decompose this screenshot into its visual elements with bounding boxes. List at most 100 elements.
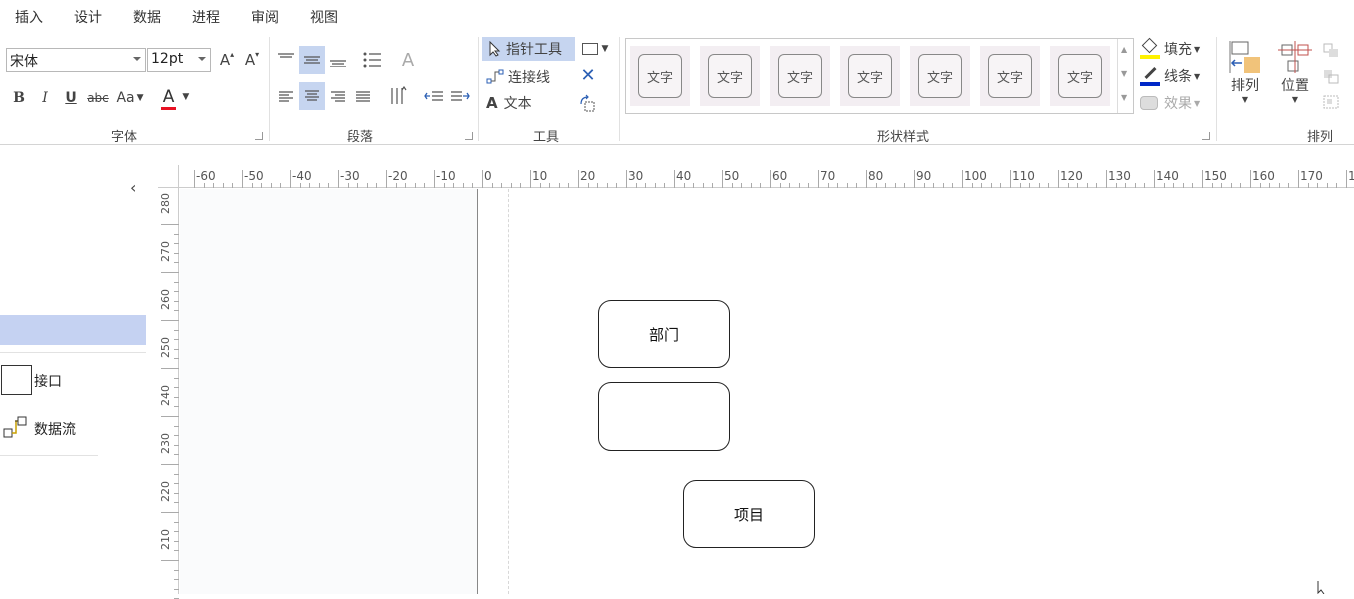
font-color-button[interactable]: A ▼	[158, 85, 194, 110]
shape-style-6[interactable]: 文字	[980, 46, 1040, 106]
ruler-label: 280	[159, 193, 172, 214]
font-family-select[interactable]: 宋体	[6, 48, 146, 72]
shape-style-1[interactable]: 文字	[630, 46, 690, 106]
justify-button[interactable]	[352, 84, 374, 110]
menu-process[interactable]: 进程	[192, 7, 220, 27]
fill-button[interactable]: 填充 ▼	[1140, 37, 1208, 61]
collapse-panel-icon[interactable]: ‹	[130, 178, 136, 197]
ruler-label: 210	[159, 529, 172, 550]
ruler-minor-tick	[933, 183, 935, 188]
font-size-value: 12pt	[151, 51, 184, 67]
caret-down-small-icon: ▾	[255, 49, 260, 59]
line-button[interactable]: 线条 ▼	[1140, 64, 1208, 88]
ruler-tick	[818, 170, 819, 188]
increase-indent-button[interactable]	[448, 84, 472, 108]
arrange-button[interactable]: 排列 ▼	[1222, 39, 1268, 115]
group-button[interactable]	[1322, 91, 1354, 113]
ruler-minor-tick	[1077, 183, 1079, 188]
connector-tool-button[interactable]: 连接线	[484, 65, 574, 89]
shape-styles-dialog-launcher-icon[interactable]	[1202, 132, 1210, 140]
position-button[interactable]: 位置 ▼	[1272, 39, 1318, 115]
menu-design[interactable]: 设计	[74, 7, 102, 27]
paragraph-dialog-launcher-icon[interactable]	[465, 132, 473, 140]
ruler-minor-tick	[395, 183, 397, 188]
shape-style-2[interactable]: 文字	[700, 46, 760, 106]
ruler-tick	[161, 416, 179, 417]
divider	[0, 352, 146, 353]
shape-style-5[interactable]: 文字	[910, 46, 970, 106]
ruler-minor-tick	[1163, 183, 1165, 188]
ruler-label: -40	[292, 169, 312, 183]
rotate-text-button[interactable]	[577, 93, 599, 115]
menu-insert[interactable]: 插入	[15, 7, 43, 27]
gallery-down-icon[interactable]: ▼	[1121, 69, 1127, 78]
ruler-corner	[158, 165, 179, 188]
menu-view[interactable]: 视图	[310, 7, 338, 27]
align-middle-icon	[304, 56, 320, 64]
process-shape-project[interactable]: 项目	[683, 480, 815, 548]
rectangle-shape-button[interactable]: ▼	[578, 39, 612, 59]
shape-style-4[interactable]: 文字	[840, 46, 900, 106]
ruler-minor-tick	[174, 425, 179, 427]
menu-review[interactable]: 审阅	[251, 7, 279, 27]
ruler-minor-tick	[424, 183, 426, 188]
process-shape-empty[interactable]	[598, 382, 730, 451]
ruler-minor-tick	[318, 183, 320, 188]
grow-font-button[interactable]: A ▴	[217, 50, 237, 70]
gallery-more-icon[interactable]: ▼	[1121, 93, 1127, 102]
send-backward-button[interactable]	[1322, 65, 1354, 87]
ruler-minor-tick	[174, 502, 179, 504]
text-direction-button[interactable]: A	[396, 48, 420, 72]
italic-button[interactable]: I	[35, 87, 55, 109]
text-tool-button[interactable]: A 文本	[486, 92, 546, 114]
effects-icon	[1140, 96, 1158, 110]
ruler-minor-tick	[779, 183, 781, 188]
fill-label: 填充	[1164, 42, 1192, 58]
ruler-minor-tick	[270, 183, 272, 188]
bring-forward-button[interactable]	[1322, 39, 1354, 61]
effects-button[interactable]: 效果 ▼	[1140, 91, 1208, 115]
ribbon: 宋体 12pt A▴ A▾ B I U abc Aa▼ A ▼ 字体 A	[0, 33, 1354, 145]
shrink-font-button[interactable]: A ▾	[242, 50, 262, 70]
connector-tool-label: 连接线	[508, 70, 550, 86]
ruler-tick	[1058, 170, 1059, 188]
ruler-minor-tick	[376, 183, 378, 188]
underline-button[interactable]: U	[61, 87, 81, 109]
bold-button[interactable]: B	[9, 87, 29, 109]
delete-connector-button[interactable]: ✕	[578, 65, 598, 86]
align-left-button[interactable]	[275, 84, 297, 110]
ruler-minor-tick	[174, 281, 179, 283]
ruler-tick	[914, 170, 915, 188]
drawing-canvas[interactable]: 部门 项目	[180, 189, 1354, 594]
shape-style-3[interactable]: 文字	[770, 46, 830, 106]
stencil-item-interface[interactable]: 接口	[0, 364, 146, 396]
ruler-minor-tick	[981, 183, 983, 188]
decrease-indent-button[interactable]	[422, 84, 446, 108]
stencil-selected-item[interactable]	[0, 315, 146, 345]
ruler-minor-tick	[635, 183, 637, 188]
spacing-button[interactable]	[387, 82, 411, 110]
ruler-minor-tick	[174, 329, 179, 331]
gallery-up-icon[interactable]: ▲	[1121, 45, 1127, 54]
dataflow-shape-icon	[3, 416, 27, 438]
shape-style-7[interactable]: 文字	[1050, 46, 1110, 106]
align-center-button[interactable]	[299, 82, 325, 110]
ruler-minor-tick	[1144, 183, 1146, 188]
font-size-select[interactable]: 12pt	[147, 48, 211, 72]
stencil-item-dataflow[interactable]: 数据流	[0, 412, 146, 444]
align-top-button[interactable]	[275, 46, 297, 72]
align-right-button[interactable]	[327, 84, 349, 110]
ruler-tick	[626, 170, 627, 188]
font-dialog-launcher-icon[interactable]	[255, 132, 263, 140]
group-divider	[269, 37, 270, 141]
bullets-button[interactable]	[360, 48, 384, 72]
change-case-button[interactable]: Aa ▼	[114, 87, 146, 109]
strikethrough-button[interactable]: abc	[86, 87, 110, 109]
align-middle-button[interactable]	[299, 46, 325, 74]
ruler-label: 80	[868, 169, 884, 183]
process-shape-department[interactable]: 部门	[598, 300, 730, 368]
align-bottom-button[interactable]	[327, 46, 349, 74]
ruler-minor-tick	[174, 406, 179, 408]
pointer-tool-button[interactable]: 指针工具	[482, 37, 575, 61]
menu-data[interactable]: 数据	[133, 7, 161, 27]
